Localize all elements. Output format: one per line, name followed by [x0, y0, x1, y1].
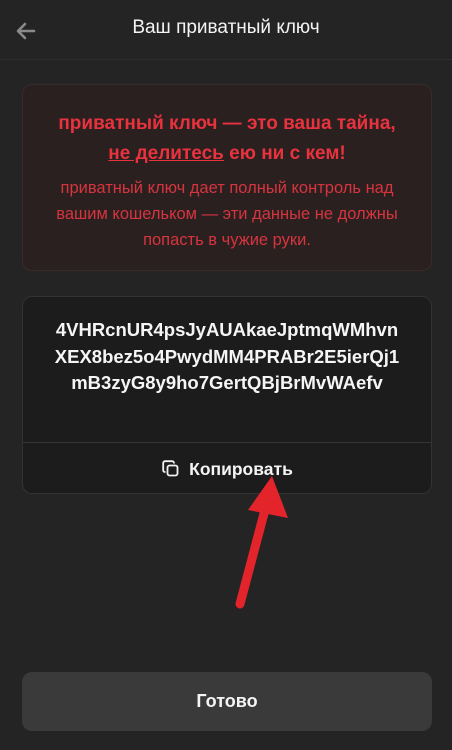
page-title: Ваш приватный ключ: [132, 17, 320, 38]
warning-headline: приватный ключ — это ваша тайна, не дели…: [23, 109, 431, 169]
warning-underlined-text: не делитесь: [108, 143, 224, 164]
warning-line-2-rest: ею ни с кем!: [223, 143, 346, 164]
done-button-label: Готово: [196, 691, 258, 711]
warning-panel: приватный ключ — это ваша тайна, не дели…: [22, 84, 432, 271]
warning-line-2: не делитесь ею ни с кем!: [23, 139, 431, 169]
private-key-screen: Ваш приватный ключ приватный ключ — это …: [0, 0, 452, 750]
copy-icon: [162, 460, 179, 477]
annotation-arrow: [235, 476, 288, 609]
copy-button[interactable]: Копировать: [23, 443, 431, 493]
private-key-text[interactable]: 4VHRcnUR4psJyAUAkaeJptmqWMhvnXEX8bez5o4P…: [23, 317, 431, 397]
warning-line-1: приватный ключ — это ваша тайна,: [58, 113, 396, 134]
header: Ваш приватный ключ: [0, 0, 452, 60]
done-button[interactable]: Готово: [22, 672, 432, 731]
warning-body: приватный ключ дает полный контроль над …: [56, 179, 398, 249]
private-key-box: 4VHRcnUR4psJyAUAkaeJptmqWMhvnXEX8bez5o4P…: [22, 296, 432, 494]
